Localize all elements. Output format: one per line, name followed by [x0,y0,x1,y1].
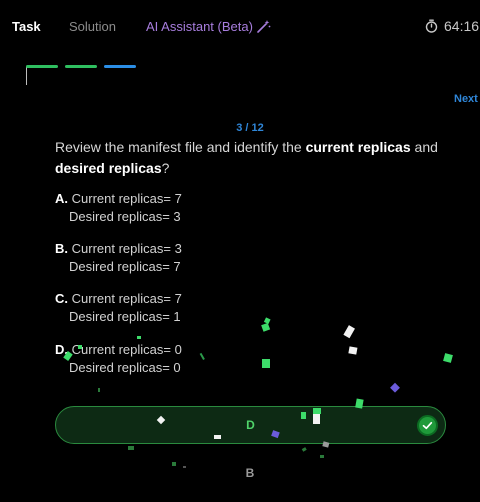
option-letter: A. [55,191,68,206]
option-line: Current replicas= 7 [71,291,182,306]
progress-segment-current[interactable] [104,65,136,68]
option-d[interactable]: D. Current replicas= 0 Desired replicas=… [55,341,182,377]
confetti-piece [137,336,141,339]
top-tab-bar: Task Solution AI Assistant (Beta) 64:16 [0,0,480,54]
question-part: and [410,139,438,155]
stopwatch-icon [425,19,438,36]
confetti-piece [128,446,134,450]
question-emphasis: current replicas [305,139,411,155]
selected-answer-box[interactable]: D [55,406,446,444]
progress-cursor [26,67,27,85]
question-part: Review the manifest file and identify th… [55,139,306,155]
selected-answer-letter: D [246,418,255,432]
tab-task[interactable]: Task [12,19,41,35]
confetti-piece [443,353,453,363]
confetti-piece [343,325,355,339]
option-letter: C. [55,291,68,306]
next-link[interactable]: Next [454,93,478,105]
option-line: Current replicas= 7 [71,191,182,206]
timer-value: 64:16 [444,18,480,34]
confetti-piece [390,382,400,393]
confetti-piece [301,447,307,452]
confetti-piece [98,388,100,392]
question-progress [26,64,146,86]
magic-wand-icon [257,19,271,37]
tab-ai-assistant[interactable]: AI Assistant (Beta) [146,19,271,37]
confetti-piece [348,346,358,355]
confetti-piece [199,352,205,360]
option-line: Desired replicas= 7 [69,259,181,274]
option-a[interactable]: A. Current replicas= 7 Desired replicas=… [55,190,182,226]
tab-solution[interactable]: Solution [69,19,116,35]
option-c[interactable]: C. Current replicas= 7 Desired replicas=… [55,290,182,326]
option-letter: D. [55,342,68,357]
option-b[interactable]: B. Current replicas= 3 Desired replicas=… [55,240,182,276]
countdown-timer: 64:16 [425,18,479,36]
option-line: Desired replicas= 1 [69,309,181,324]
option-letter: B. [55,241,68,256]
next-answer-letter: B [245,466,255,480]
question-emphasis: desired replicas [55,160,162,176]
question-text: Review the manifest file and identify th… [55,137,455,179]
progress-segment-complete[interactable] [26,65,58,68]
question-part: ? [161,160,170,176]
option-line: Desired replicas= 0 [69,360,181,375]
confetti-piece [263,317,271,324]
question-counter: 3 / 12 [236,122,264,134]
confetti-piece [262,359,270,368]
tab-ai-assistant-label: AI Assistant (Beta) [146,19,253,34]
progress-segment-complete[interactable] [65,65,97,68]
confetti-piece [261,322,271,332]
option-line: Current replicas= 0 [71,342,182,357]
confetti-piece [320,455,324,458]
option-line: Current replicas= 3 [71,241,182,256]
option-line: Desired replicas= 3 [69,209,181,224]
check-icon [417,415,438,436]
